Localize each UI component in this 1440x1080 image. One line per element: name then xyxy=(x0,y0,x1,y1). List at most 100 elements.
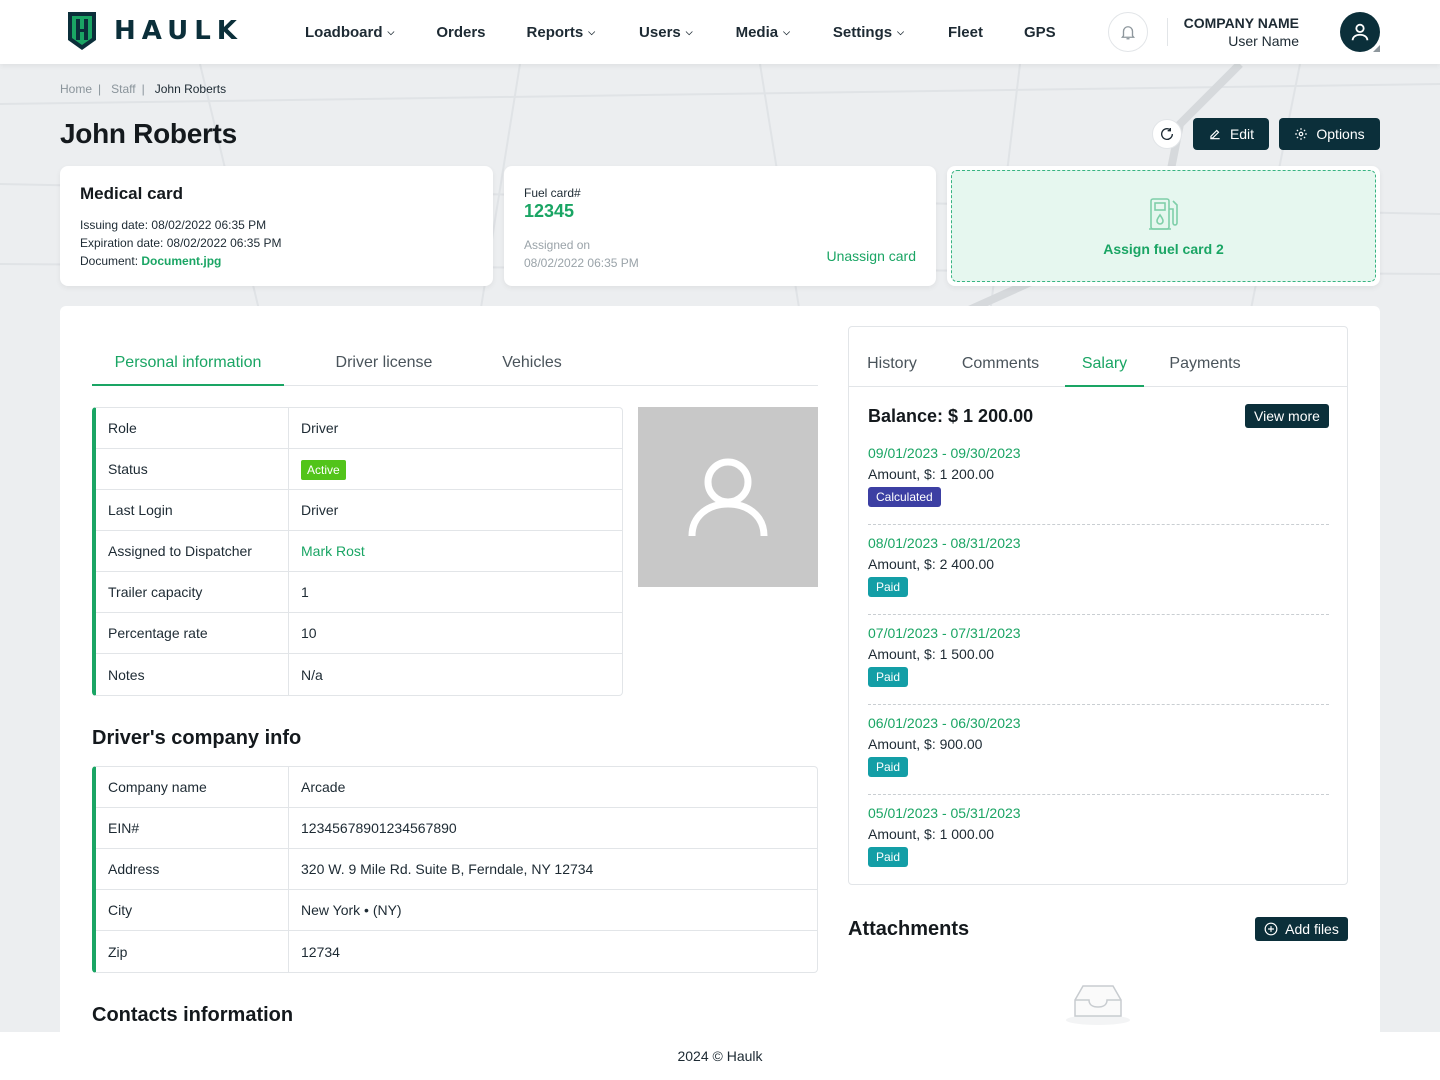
document-row: Document: Document.jpg xyxy=(80,252,473,270)
salary-panel: History Comments Salary Payments Balance… xyxy=(848,326,1348,885)
period-divider xyxy=(868,524,1329,525)
page-title: John Roberts xyxy=(60,118,237,149)
row-label: Role xyxy=(96,408,289,448)
tab-payments[interactable]: Payments xyxy=(1168,355,1242,386)
account-info[interactable]: COMPANY NAME User Name xyxy=(1184,15,1299,49)
salary-period[interactable]: 07/01/2023 - 07/31/2023 Amount, $: 1 500… xyxy=(868,625,1329,687)
row-value: Driver xyxy=(301,502,339,518)
table-row: Role Driver xyxy=(96,408,622,449)
tab-vehicles[interactable]: Vehicles xyxy=(484,354,580,385)
table-row: EIN# 12345678901234567890 xyxy=(96,808,817,849)
breadcrumb-separator: | xyxy=(141,82,145,96)
document-link[interactable]: Document.jpg xyxy=(141,254,221,268)
edit-label: Edit xyxy=(1229,126,1255,142)
period-dates: 08/01/2023 - 08/31/2023 xyxy=(868,535,1021,551)
user-name: User Name xyxy=(1228,33,1299,49)
period-amount: Amount, $: 1 000.00 xyxy=(868,826,995,842)
dispatcher-link[interactable]: Mark Rost xyxy=(289,543,365,559)
salary-period[interactable]: 09/01/2023 - 09/30/2023 Amount, $: 1 200… xyxy=(868,445,1329,507)
row-label: Notes xyxy=(96,654,289,695)
main-nav: Loadboard ⌵ Orders Reports ⌵ Users ⌵ Media ⌵… xyxy=(305,0,1056,64)
notifications-button[interactable] xyxy=(1108,12,1148,52)
status-badge: Paid xyxy=(868,847,909,867)
status-badge: Paid xyxy=(868,577,909,597)
assign-fuel-card-dropzone[interactable]: Assign fuel card 2 xyxy=(951,170,1376,282)
nav-users[interactable]: Users ⌵ xyxy=(639,24,693,41)
breadcrumb-home[interactable]: Home xyxy=(60,82,92,96)
tab-personal-information[interactable]: Personal information xyxy=(92,354,284,386)
row-value: Driver xyxy=(301,420,339,436)
row-value: 12734 xyxy=(301,943,340,960)
row-label: Percentage rate xyxy=(96,613,289,653)
row-value: New York • (NY) xyxy=(301,902,402,918)
chevron-down-icon: ⌵ xyxy=(783,27,790,37)
company-info-heading: Driver's company info xyxy=(92,727,302,749)
table-row: Last Login Driver xyxy=(96,490,622,531)
tab-comments[interactable]: Comments xyxy=(960,355,1041,386)
company-name: COMPANY NAME xyxy=(1183,15,1299,31)
plus-circle-icon xyxy=(1264,922,1278,936)
row-label: Assigned to Dispatcher xyxy=(96,531,289,571)
table-row: Zip 12734 xyxy=(96,931,817,972)
salary-period[interactable]: 08/01/2023 - 08/31/2023 Amount, $: 2 400… xyxy=(868,535,1329,597)
bell-icon xyxy=(1121,26,1135,40)
options-button[interactable]: Options xyxy=(1279,118,1380,150)
nav-orders[interactable]: Orders xyxy=(436,24,485,41)
company-info-table: Company name Arcade EIN# 12345678901234567… xyxy=(92,766,818,973)
avatar-dropdown-indicator xyxy=(1373,45,1380,52)
period-amount: Amount, $: 1 500.00 xyxy=(868,646,995,662)
period-amount: Amount, $: 900.00 xyxy=(868,736,983,752)
expiration-date-value: 08/02/2022 06:35 PM xyxy=(166,236,282,250)
nav-settings[interactable]: Settings ⌵ xyxy=(833,24,904,41)
row-value: Active xyxy=(289,460,346,480)
salary-period[interactable]: 05/01/2023 - 05/31/2023 Amount, $: 1 000… xyxy=(868,805,1329,867)
assign-fuel-card[interactable]: Assign fuel card 2 xyxy=(947,166,1380,286)
row-label: Status xyxy=(96,449,289,489)
status-badge: Paid xyxy=(868,667,909,687)
header-divider xyxy=(1167,18,1168,46)
nav-loadboard[interactable]: Loadboard ⌵ xyxy=(305,24,394,41)
row-value: N/a xyxy=(301,666,323,683)
top-navigation-bar: HAULK Loadboard ⌵ Orders Reports ⌵ Users ⌵ … xyxy=(0,0,1440,64)
table-row: Trailer capacity 1 xyxy=(96,572,622,613)
issuing-date-row: Issuing date: 08/02/2022 06:35 PM xyxy=(80,216,473,234)
refresh-button[interactable] xyxy=(1152,119,1182,149)
row-value: 10 xyxy=(301,625,317,641)
fuel-card-number: 12345 xyxy=(524,201,575,221)
nav-reports[interactable]: Reports ⌵ xyxy=(527,24,596,41)
breadcrumb-staff[interactable]: Staff xyxy=(111,82,135,96)
footer: 2024 © Haulk xyxy=(0,1032,1440,1080)
assign-fuel-card-label: Assign fuel card 2 xyxy=(1103,241,1224,257)
view-more-button[interactable]: View more xyxy=(1245,404,1329,428)
nav-gps[interactable]: GPS xyxy=(1024,24,1056,41)
tab-driver-license[interactable]: Driver license xyxy=(284,354,484,385)
refresh-icon xyxy=(1161,128,1174,140)
salary-period[interactable]: 06/01/2023 - 06/30/2023 Amount, $: 900.0… xyxy=(868,715,1329,777)
nav-label: Media xyxy=(735,23,779,41)
chevron-down-icon: ⌵ xyxy=(588,27,596,37)
unassign-card-link[interactable]: Unassign card xyxy=(827,248,917,264)
breadcrumb-current: John Roberts xyxy=(154,82,227,96)
tab-salary[interactable]: Salary xyxy=(1065,355,1144,387)
row-label: EIN# xyxy=(96,808,289,848)
tab-history[interactable]: History xyxy=(865,355,919,386)
chevron-down-icon: ⌵ xyxy=(685,27,693,37)
row-label: Trailer capacity xyxy=(96,572,289,612)
left-tabs: Personal information Driver license Vehi… xyxy=(92,354,818,386)
nav-label: Settings xyxy=(832,23,893,41)
contacts-info-heading: Contacts information xyxy=(92,1004,294,1026)
add-files-button[interactable]: Add files xyxy=(1255,917,1348,941)
profile-photo[interactable] xyxy=(638,407,818,587)
row-label: Last Login xyxy=(96,490,289,530)
nav-fleet[interactable]: Fleet xyxy=(948,24,983,41)
edit-button[interactable]: Edit xyxy=(1193,118,1269,150)
period-divider xyxy=(868,704,1329,705)
brand-logo[interactable]: HAULK xyxy=(66,10,243,52)
period-dates: 07/01/2023 - 07/31/2023 xyxy=(868,625,1021,641)
expiration-date-label: Expiration date: xyxy=(80,236,164,250)
medical-card-title: Medical card xyxy=(80,184,183,203)
chevron-down-icon: ⌵ xyxy=(897,27,904,37)
personal-info-table: Role Driver Status Active Last Login Driver… xyxy=(92,407,623,696)
issuing-date-value: 08/02/2022 06:35 PM xyxy=(151,218,267,232)
nav-media[interactable]: Media ⌵ xyxy=(736,24,790,41)
